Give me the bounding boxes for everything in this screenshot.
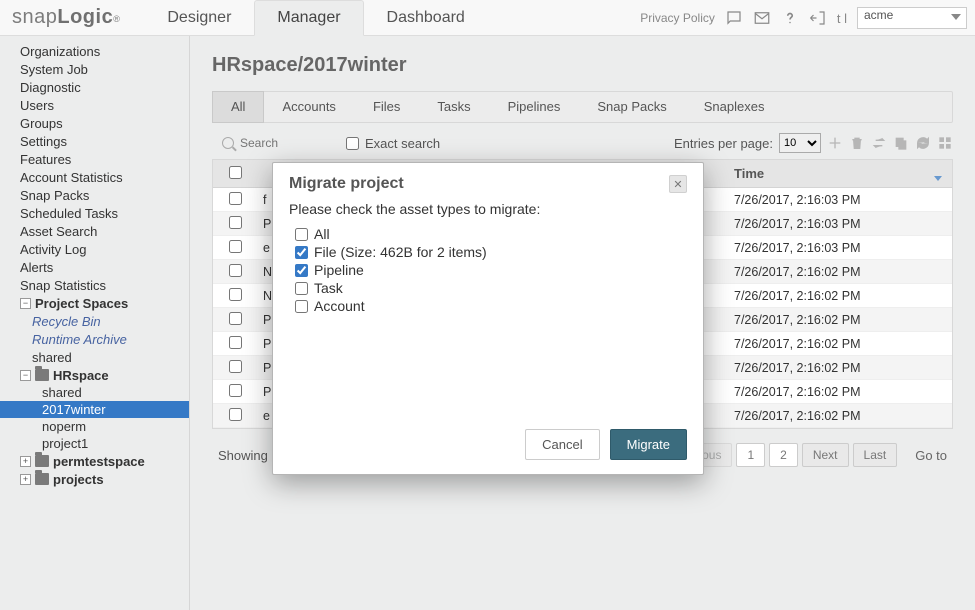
option-checkbox[interactable]	[295, 264, 308, 277]
option-label: Task	[314, 280, 343, 296]
migrate-option[interactable]: Account	[289, 297, 687, 315]
modal-prompt: Please check the asset types to migrate:	[289, 201, 687, 217]
option-checkbox[interactable]	[295, 246, 308, 259]
migrate-modal: Migrate project ✕ Please check the asset…	[272, 162, 704, 475]
option-label: All	[314, 226, 330, 242]
migrate-option[interactable]: Pipeline	[289, 261, 687, 279]
migrate-option[interactable]: Task	[289, 279, 687, 297]
option-checkbox[interactable]	[295, 282, 308, 295]
close-icon[interactable]: ✕	[669, 175, 687, 193]
migrate-option[interactable]: All	[289, 225, 687, 243]
migrate-button[interactable]: Migrate	[610, 429, 687, 460]
option-label: File (Size: 462B for 2 items)	[314, 244, 487, 260]
option-checkbox[interactable]	[295, 300, 308, 313]
migrate-option[interactable]: File (Size: 462B for 2 items)	[289, 243, 687, 261]
option-label: Pipeline	[314, 262, 364, 278]
cancel-button[interactable]: Cancel	[525, 429, 599, 460]
option-label: Account	[314, 298, 365, 314]
modal-title: Migrate project	[289, 175, 669, 193]
option-checkbox[interactable]	[295, 228, 308, 241]
